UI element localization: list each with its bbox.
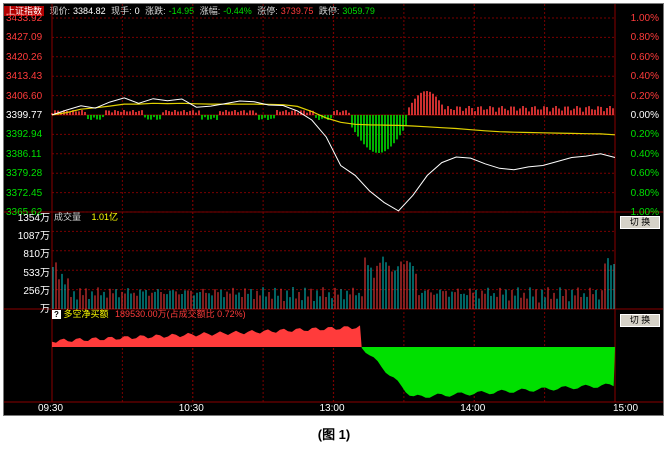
price-tick-label: 3427.09	[6, 32, 43, 44]
percent-tick-label: 0.20%	[630, 129, 659, 141]
time-tick-label: 10:30	[178, 403, 204, 414]
time-tick-label: 13:00	[319, 403, 345, 414]
figure-caption: (图 1)	[317, 427, 351, 442]
switch-button-netbuy[interactable]: 切 换	[620, 314, 660, 327]
volume-tick-label: 1087万	[17, 231, 50, 243]
volume-tick-label: 256万	[23, 285, 50, 297]
percent-tick-label: 0.20%	[630, 90, 659, 102]
volume-value: 1.01亿	[91, 212, 119, 222]
intraday-chart-window: 上证指数 现价: 3384.82 现手: 0 涨跌: -14.95 涨幅: -0.44%…	[3, 3, 664, 416]
price-tick-label: 3413.43	[6, 71, 43, 83]
percent-tick-label: 0.40%	[630, 148, 659, 160]
question-icon[interactable]: ?	[52, 310, 61, 319]
netbuy-positive-area	[52, 325, 362, 347]
price-tick-label: 3372.45	[6, 187, 43, 199]
netbuy-title: 多空净买额	[63, 309, 109, 319]
percent-tick-label: 0.80%	[630, 32, 659, 44]
netbuy-title-row: ? 多空净买额 189530.00万(占成交额比 0.72%)	[52, 309, 246, 320]
netbuy-value: 189530.00万(占成交额比 0.72%)	[115, 309, 246, 319]
volume-tick-label: 1354万	[17, 213, 50, 224]
percent-tick-label: 0.60%	[630, 51, 659, 63]
price-tick-label: 3399.77	[6, 110, 43, 121]
percent-tick-label: 0.80%	[630, 187, 659, 199]
price-tick-label: 3433.92	[6, 13, 43, 24]
volume-tick-label: 810万	[23, 249, 50, 261]
time-tick-label: 14:00	[460, 403, 486, 414]
volume-tick-label: 533万	[23, 267, 50, 279]
switch-button-volume[interactable]: 切 换	[620, 216, 660, 229]
price-tick-label: 3420.26	[6, 51, 43, 63]
volume-tick-label: 万	[40, 304, 50, 315]
price-tick-label: 3386.11	[6, 148, 42, 160]
percent-tick-label: 0.00%	[630, 110, 659, 121]
chart-svg	[4, 4, 663, 403]
percent-tick-label: 1.00%	[630, 13, 659, 24]
price-tick-label: 3392.94	[6, 129, 43, 141]
netbuy-negative-area	[361, 347, 615, 398]
time-tick-label: 09:30	[38, 403, 64, 414]
price-tick-label: 3406.60	[6, 90, 43, 102]
price-tick-label: 3379.28	[6, 168, 43, 180]
percent-tick-label: 0.40%	[630, 71, 659, 83]
volume-title: 成交量	[54, 212, 82, 222]
time-tick-label: 15:00	[613, 403, 639, 414]
volume-title-row: 成交量 1.01亿	[54, 212, 118, 223]
percent-tick-label: 0.60%	[630, 168, 659, 180]
